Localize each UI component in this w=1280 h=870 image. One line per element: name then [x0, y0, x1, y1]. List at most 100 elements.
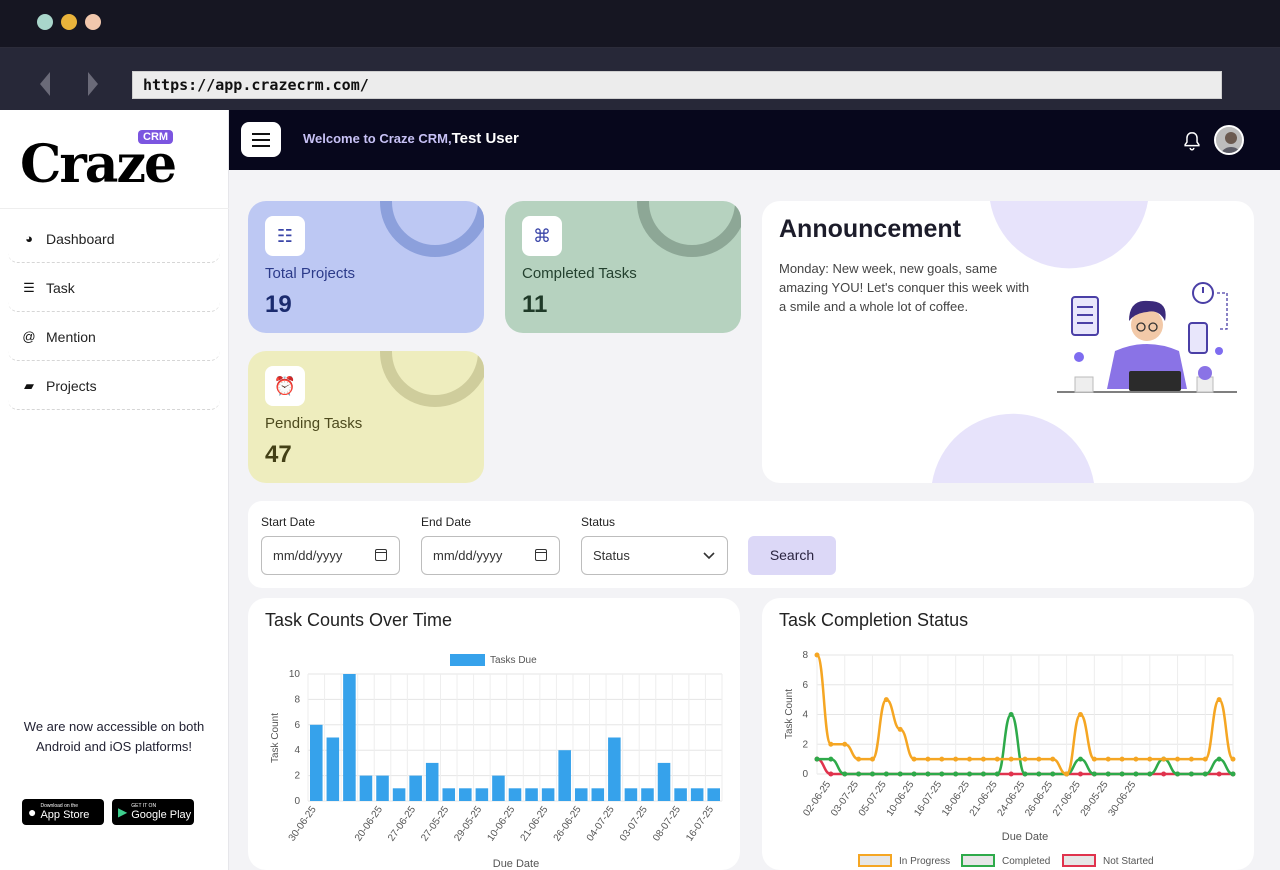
data-point: [1175, 756, 1181, 762]
menu-toggle-button[interactable]: [241, 122, 281, 157]
sidebar-item-label: Mention: [46, 328, 96, 345]
status-select[interactable]: Status: [581, 536, 728, 575]
task-list-icon: ☰: [23, 279, 35, 295]
brand-logo[interactable]: Craze CRM: [20, 130, 180, 200]
data-point: [814, 756, 820, 762]
browser-titlebar: [0, 0, 1280, 48]
data-point: [911, 771, 917, 777]
y-tick-label: 8: [802, 650, 808, 661]
stat-value: 19: [265, 291, 292, 318]
app-store-button[interactable]: ● Download on the App Store: [22, 799, 104, 825]
start-date-label: Start Date: [261, 515, 316, 529]
data-point: [1188, 771, 1194, 777]
folder-icon: ▰: [24, 377, 34, 393]
data-point: [1022, 771, 1028, 777]
notification-bell-icon[interactable]: [1181, 130, 1203, 152]
data-point: [967, 756, 973, 762]
x-tick-label: 03-07-25: [618, 804, 650, 843]
forward-arrow-icon[interactable]: [88, 72, 98, 96]
status-selected-value: Status: [593, 548, 630, 563]
data-point: [1147, 756, 1153, 762]
play-icon: ▶: [118, 805, 128, 819]
sidebar-item-mention[interactable]: @ Mention: [8, 313, 220, 361]
start-date-input[interactable]: mm/dd/yyyy: [261, 536, 400, 575]
data-point: [980, 771, 986, 777]
bar: [608, 737, 621, 801]
window-minimize-dot[interactable]: [61, 14, 77, 30]
window-maximize-dot[interactable]: [85, 14, 101, 30]
sidebar-item-label: Projects: [46, 377, 97, 394]
task-counts-chart: 024681030-06-25 20-06-25 27-06-25 27-05-25 2…: [270, 654, 723, 870]
legend-label: Tasks Due: [490, 655, 537, 666]
data-point: [828, 741, 834, 747]
bar: [392, 788, 406, 801]
data-point: [967, 771, 973, 777]
data-point: [1133, 756, 1139, 762]
stat-card-completed-tasks[interactable]: ⌘ Completed Tasks 11: [505, 201, 741, 333]
bar: [574, 788, 588, 801]
app-store-big: App Store: [40, 809, 90, 821]
data-point: [1133, 771, 1139, 777]
stat-card-total-projects[interactable]: ☷ Total Projects 19: [248, 201, 484, 333]
calendar-icon[interactable]: [535, 549, 547, 561]
data-point: [925, 771, 931, 777]
data-point: [1188, 756, 1194, 762]
data-point: [842, 741, 848, 747]
x-tick-label: 16-07-25: [684, 804, 716, 843]
stat-card-pending-tasks[interactable]: ⏰ Pending Tasks 47: [248, 351, 484, 483]
workflow-icon: ⌘: [522, 216, 562, 256]
bar: [707, 788, 720, 801]
task-completion-panel: Task Completion Status 0 2 4 6 8 02-06-25 03-0…: [762, 598, 1254, 870]
data-point: [1022, 756, 1028, 762]
back-arrow-icon[interactable]: [40, 72, 50, 96]
data-point: [897, 726, 903, 732]
status-label: Status: [581, 515, 616, 529]
stat-value: 47: [265, 441, 292, 468]
sidebar-item-task[interactable]: ☰ Task: [8, 264, 220, 312]
announcement-text: Monday: New week, new goals, same amazin…: [779, 261, 1030, 314]
y-tick-label: 6: [802, 680, 808, 691]
legend-label: In Progress: [899, 856, 950, 867]
sidebar-item-dashboard[interactable]: ◕ Dashboard: [8, 215, 220, 263]
bar: [525, 788, 538, 801]
legend-label: Completed: [1002, 856, 1050, 867]
task-counts-panel: Task Counts Over Time 0 2 4 6 8 10 30-06-25 20-…: [248, 598, 740, 870]
data-point: [856, 756, 862, 762]
bar: [310, 724, 323, 801]
data-point: [883, 697, 889, 703]
x-axis-label: Due Date: [493, 858, 539, 870]
data-point: [1230, 756, 1236, 762]
checklist-icon: ☷: [265, 216, 305, 256]
data-point: [1008, 756, 1014, 762]
bar: [558, 750, 571, 801]
data-point: [856, 771, 862, 777]
platform-promo-text: We are now accessible on both Android an…: [23, 719, 205, 754]
window-close-dot[interactable]: [37, 14, 53, 30]
announcement-card: Announcement Monday: New week, new goals…: [762, 201, 1254, 483]
bar: [425, 762, 439, 801]
search-button[interactable]: Search: [748, 536, 836, 575]
data-point: [828, 771, 834, 777]
announcement-illustration: [1057, 282, 1237, 393]
end-date-input[interactable]: mm/dd/yyyy: [421, 536, 560, 575]
sidebar-item-projects[interactable]: ▰ Projects: [8, 362, 220, 410]
welcome-message: Welcome to Craze CRM,Test User: [303, 130, 519, 147]
chevron-down-icon: [703, 552, 715, 560]
x-axis-label: Due Date: [1002, 831, 1048, 843]
data-point: [1091, 756, 1097, 762]
at-icon: @: [22, 329, 36, 344]
data-point: [980, 756, 986, 762]
avatar-image: [1216, 127, 1242, 153]
x-tick-label: 27-06-25: [386, 804, 418, 843]
google-play-button[interactable]: ▶ GET IT ON Google Play: [112, 799, 194, 825]
legend-label: Not Started: [1103, 856, 1154, 867]
legend-swatch: [450, 654, 485, 666]
calendar-icon[interactable]: [375, 549, 387, 561]
x-tick-label: 30-06-25: [287, 804, 319, 843]
data-point: [1202, 756, 1208, 762]
card-decoration: [637, 201, 741, 257]
user-avatar[interactable]: [1214, 125, 1244, 155]
data-point: [1077, 756, 1083, 762]
data-point: [897, 771, 903, 777]
address-bar[interactable]: https://app.crazecrm.com/: [132, 71, 1222, 99]
